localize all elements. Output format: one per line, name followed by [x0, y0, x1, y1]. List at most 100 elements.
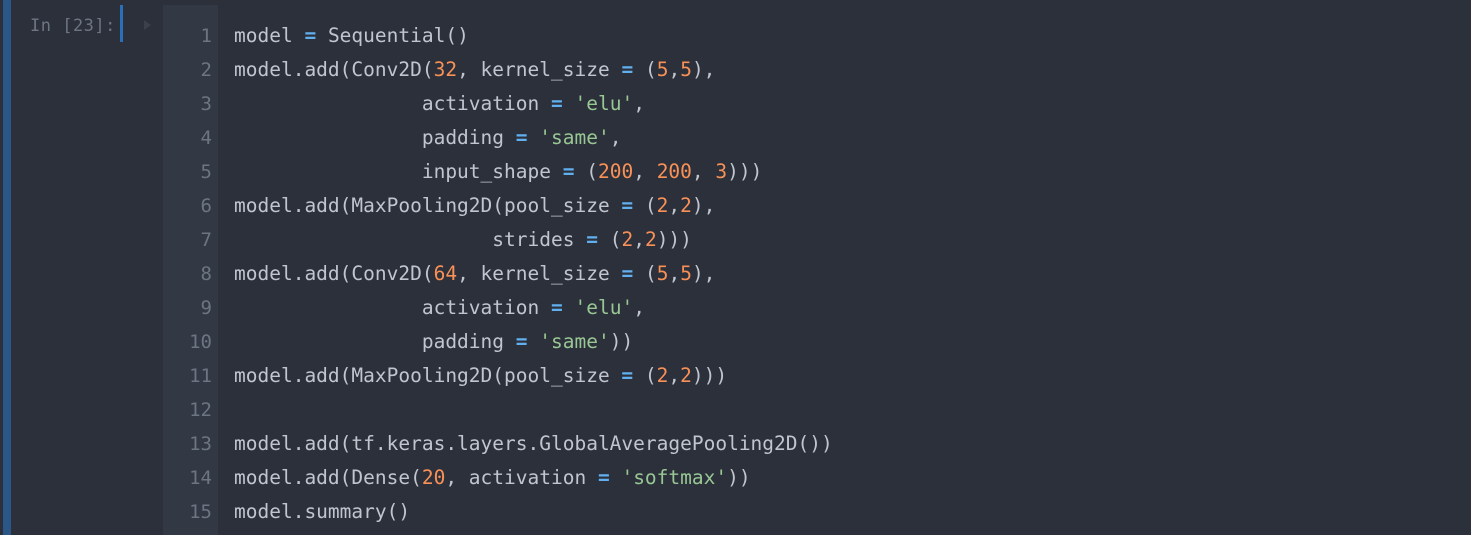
code-token: =: [550, 296, 563, 319]
code-line[interactable]: model.add(MaxPooling2D(pool_size = (2,2)…: [234, 359, 727, 393]
code-token: model.add(MaxPooling2D(pool_size: [234, 194, 622, 217]
code-token: 2: [621, 228, 634, 251]
code-token: 3: [715, 160, 728, 183]
code-token: =: [621, 194, 634, 217]
code-token: ,: [633, 228, 645, 251]
code-token: =: [597, 466, 610, 489]
prompt-focus-indicator: [120, 5, 123, 42]
code-token: model.add(MaxPooling2D(pool_size: [234, 364, 622, 387]
line-number: 5: [200, 161, 212, 183]
code-token: ))): [691, 364, 728, 387]
line-number: 8: [200, 263, 212, 285]
code-token: 2: [656, 194, 669, 217]
code-line[interactable]: model.add(Conv2D(64, kernel_size = (5,5)…: [234, 257, 715, 291]
code-token: )): [727, 466, 751, 489]
line-number: 10: [189, 331, 212, 353]
code-line[interactable]: model.add(tf.keras.layers.GlobalAverageP…: [234, 427, 833, 461]
code-token: Sequential(): [316, 24, 469, 47]
code-token: ,: [633, 92, 645, 115]
code-token: =: [621, 364, 634, 387]
code-token: 2: [680, 364, 692, 387]
code-token: )): [609, 330, 634, 353]
code-token: 5: [656, 58, 669, 81]
code-token: 32: [433, 58, 458, 81]
code-line[interactable]: model.summary(): [234, 495, 410, 529]
line-number: 11: [189, 365, 212, 387]
code-token: 'same': [539, 330, 610, 353]
code-line[interactable]: padding = 'same')): [234, 325, 633, 359]
line-number: 15: [189, 501, 212, 523]
code-token: activation: [234, 92, 551, 115]
line-number: 7: [200, 229, 212, 251]
code-token: 20: [421, 466, 446, 489]
code-line[interactable]: model.add(MaxPooling2D(pool_size = (2,2)…: [234, 189, 715, 223]
code-token: ))): [656, 228, 692, 251]
code-token: 'softmax': [621, 466, 728, 489]
code-token: ,: [633, 160, 657, 183]
code-token: 2: [680, 194, 692, 217]
notebook-cell-area: In [23]: 1 model = Sequential() 2 model.add…: [0, 0, 1471, 535]
code-token: (: [574, 160, 598, 183]
code-token: =: [586, 228, 598, 251]
code-token: 200: [597, 160, 634, 183]
code-token: =: [515, 126, 528, 149]
code-token: model.add(tf.keras.layers.GlobalAverageP…: [234, 432, 833, 455]
code-token: 5: [680, 262, 692, 285]
code-token: 64: [433, 262, 458, 285]
code-token: ,: [691, 160, 716, 183]
code-token: (: [597, 228, 622, 251]
code-line[interactable]: model = Sequential(): [234, 19, 469, 53]
code-token: , kernel_size: [457, 58, 622, 81]
code-line[interactable]: model.add(Dense(20, activation = 'softma…: [234, 461, 751, 495]
run-cell-icon[interactable]: [144, 20, 151, 30]
code-token: ))): [727, 160, 763, 183]
code-token: (: [633, 364, 657, 387]
code-token: =: [562, 160, 575, 183]
code-line[interactable]: strides = (2,2))): [234, 223, 692, 257]
line-number: 3: [200, 93, 212, 115]
code-token: ,: [668, 194, 681, 217]
code-token: (: [633, 194, 657, 217]
code-token: 'same': [539, 126, 610, 149]
code-token: 5: [656, 262, 669, 285]
code-token: =: [621, 262, 634, 285]
code-token: (: [633, 58, 657, 81]
code-token: padding: [234, 330, 516, 353]
line-number: 2: [200, 59, 212, 81]
code-token: activation: [234, 296, 551, 319]
code-token: (: [633, 262, 657, 285]
line-number: 1: [200, 25, 212, 47]
code-line[interactable]: activation = 'elu',: [234, 87, 645, 121]
code-token: input_shape: [234, 160, 563, 183]
code-token: ,: [633, 296, 645, 319]
code-token: model: [234, 24, 305, 47]
code-token: model.add(Conv2D(: [234, 262, 434, 285]
code-token: 5: [680, 58, 692, 81]
code-token: ),: [691, 194, 716, 217]
code-token: model.add(Dense(: [234, 466, 422, 489]
code-line[interactable]: padding = 'same',: [234, 121, 622, 155]
line-number: 14: [189, 467, 212, 489]
code-token: model.add(Conv2D(: [234, 58, 434, 81]
code-token: ),: [691, 262, 716, 285]
line-number: 13: [189, 433, 212, 455]
cell-selection-bar: [3, 0, 11, 535]
code-line[interactable]: activation = 'elu',: [234, 291, 645, 325]
code-token: 'elu': [574, 296, 634, 319]
code-token: ,: [609, 126, 622, 149]
code-token: 2: [656, 364, 669, 387]
code-token: 2: [644, 228, 657, 251]
code-line[interactable]: input_shape = (200, 200, 3))): [234, 155, 763, 189]
code-token: model.summary(): [234, 500, 411, 523]
line-number: 9: [200, 297, 212, 319]
code-token: ,: [668, 58, 681, 81]
code-token: ),: [691, 58, 716, 81]
code-line[interactable]: model.add(Conv2D(32, kernel_size = (5,5)…: [234, 53, 715, 87]
line-number: 12: [189, 399, 212, 421]
code-token: ,: [668, 262, 681, 285]
code-token: , kernel_size: [457, 262, 622, 285]
